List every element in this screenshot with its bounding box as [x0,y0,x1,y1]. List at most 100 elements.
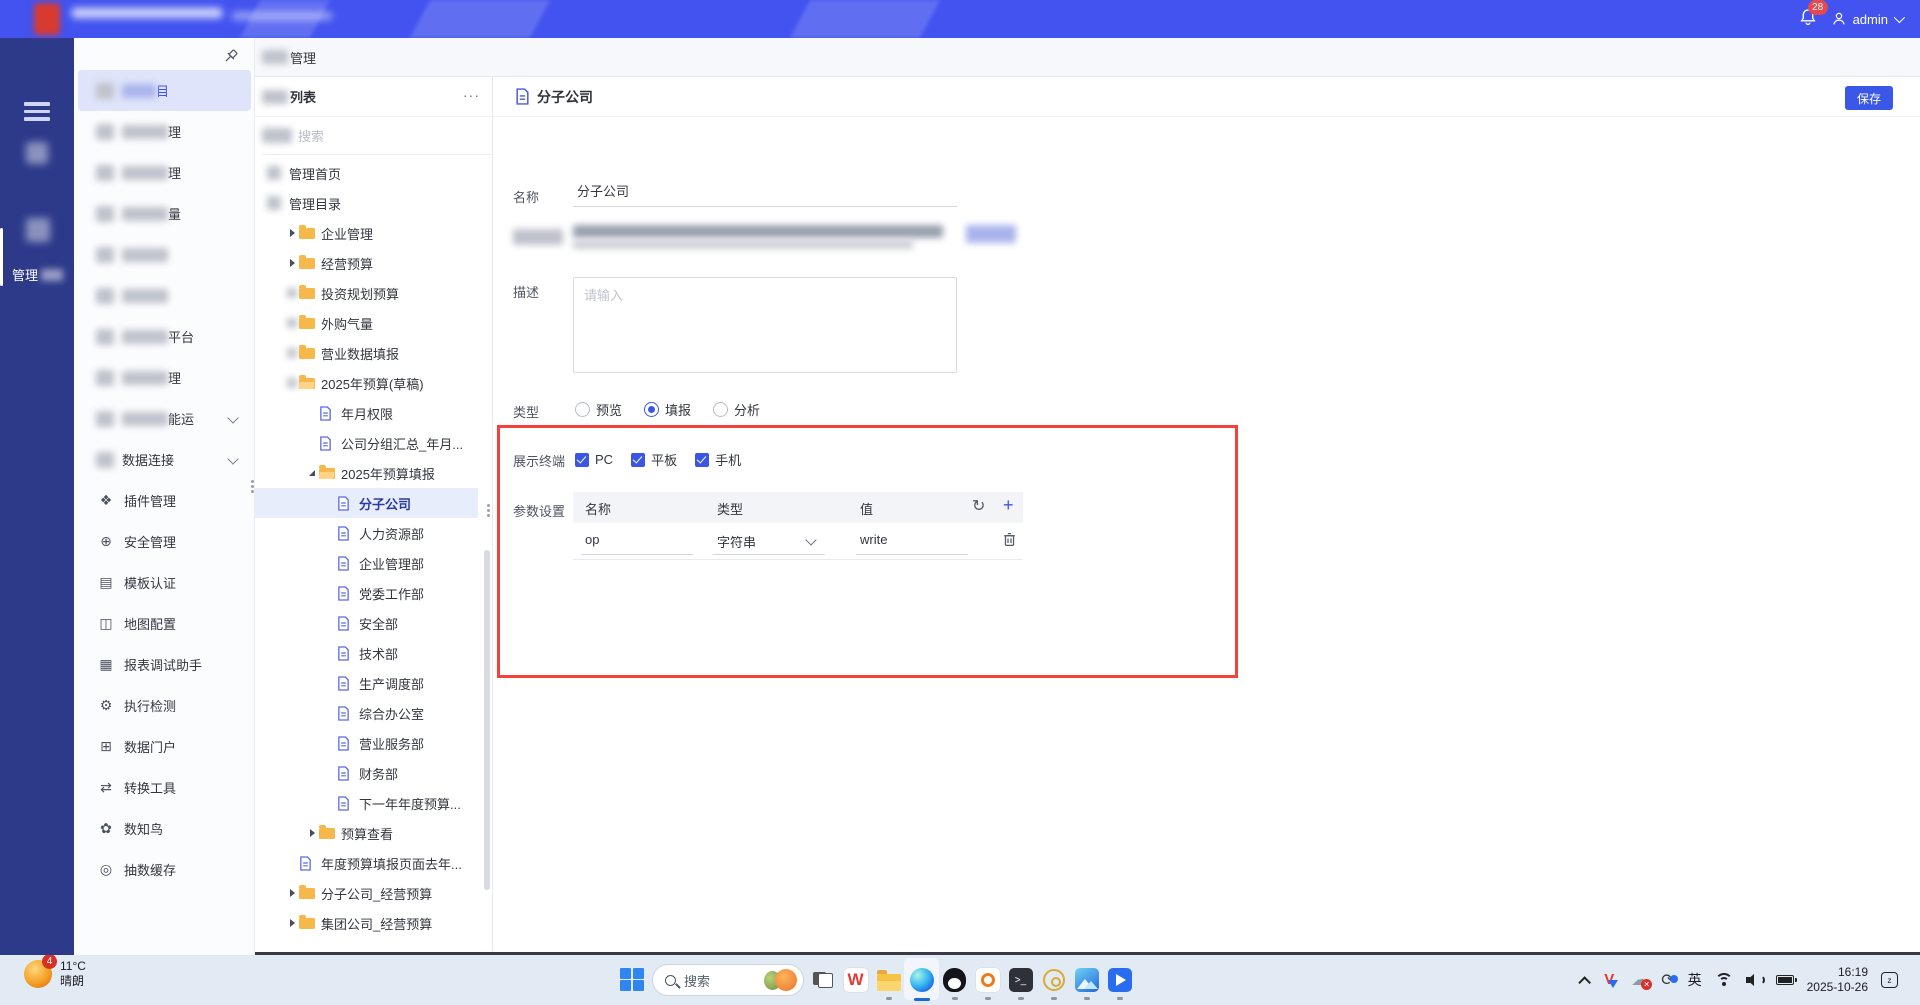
cloud-sync-error-icon[interactable]: ☁ ✕ [1631,971,1653,990]
more-options-button[interactable]: ··· [463,87,480,103]
tray-expand-icon[interactable] [1578,975,1592,989]
photos-app-icon[interactable] [1070,958,1103,1002]
wifi-icon[interactable] [1714,973,1733,987]
radio-option-label[interactable]: 分析 [734,400,760,419]
task-view-icon[interactable] [806,958,839,1002]
tree-node[interactable]: 分子公司 [255,488,478,518]
description-textarea[interactable]: 请输入 [573,277,957,373]
param-value-input[interactable]: write [860,532,887,547]
clock[interactable]: 16:19 2025-10-26 [1807,965,1868,995]
pin-icon[interactable] [222,48,240,66]
tree-search-input[interactable]: 搜索 [262,117,492,155]
checkbox-checked-icon[interactable] [631,452,646,467]
gold-ring-app-icon[interactable] [1037,958,1070,1002]
tree-node[interactable]: 2025年预算填报 [255,458,492,488]
sync-icon[interactable]: ⟳ [1661,970,1678,990]
tree-node[interactable]: 技术部 [255,638,492,668]
tree-node[interactable]: 外购气量 [255,308,492,338]
tree-node[interactable]: 管理首页 [255,158,492,188]
tree-node[interactable]: 公司分组汇总_年月... [255,428,492,458]
wps-icon[interactable]: W [839,958,872,1002]
tree-node[interactable]: 生产调度部 [255,668,492,698]
name-input[interactable]: 分子公司 [573,181,957,207]
radio-option-label[interactable]: 预览 [596,400,622,419]
tree-scrollbar[interactable] [484,550,490,890]
ime-language-indicator[interactable]: 英 [1688,970,1702,990]
blurred-nav-icon[interactable] [26,142,48,164]
tree-node[interactable]: 年月权限 [255,398,492,428]
radio-selected-icon[interactable] [644,402,660,417]
tree-node[interactable]: 集团公司_经营预算 [255,908,492,938]
checkbox-checked-icon[interactable] [575,452,589,467]
launcher-app-icon[interactable] [1103,958,1136,1002]
radio-unselected-icon[interactable] [713,402,729,417]
sidebar-item[interactable]: 数据连接 [74,439,255,480]
notification-bell-button[interactable]: 28 [1799,0,1828,32]
start-button[interactable] [620,968,644,991]
delete-icon[interactable] [1001,531,1019,549]
sidebar-item[interactable] [74,275,255,316]
save-button[interactable]: 保存 [1845,86,1893,110]
battery-icon[interactable] [1775,975,1797,985]
user-menu[interactable]: admin [1831,11,1906,27]
tree-node[interactable]: 综合办公室 [255,698,492,728]
tree-node[interactable]: 人力资源部 [255,518,492,548]
refresh-icon[interactable]: ↻ [972,496,985,516]
sidebar-item[interactable]: 理 [74,152,255,193]
sidebar-item[interactable]: 量 [74,193,255,234]
taskbar-search[interactable]: 搜索 [652,964,804,996]
tree-node[interactable]: 分子公司_经营预算 [255,878,492,908]
tree-node[interactable]: 安全部 [255,608,492,638]
sidebar-item[interactable] [74,234,255,275]
tree-node[interactable]: 管理目录 [255,188,492,218]
weather-widget[interactable]: 4 11°C 晴朗 [24,954,86,989]
sidebar-item[interactable]: 目 [78,70,251,111]
sidebar-item[interactable]: ⊕ 安全管理 [74,521,255,562]
sidebar-item-manage[interactable]: 管理 [12,265,64,284]
radio-unselected-icon[interactable] [575,402,590,417]
sidebar-item[interactable]: ⚙ 执行检测 [74,685,255,726]
tree-node[interactable]: 党委工作部 [255,578,492,608]
notification-center-icon[interactable]: z [1881,972,1898,988]
checkbox-option-label[interactable]: 手机 [715,450,741,469]
tree-node[interactable]: 经营预算 [255,248,492,278]
sidebar-item[interactable]: ▦ 报表调试助手 [74,644,255,685]
radio-option-label[interactable]: 填报 [665,400,691,419]
tree-node[interactable]: 年度预算填报页面去年... [255,848,492,878]
edge-icon[interactable] [904,958,939,1002]
tree-node[interactable]: 投资规划预算 [255,278,492,308]
menu-icon[interactable] [24,102,50,124]
tree-node[interactable]: 预算查看 [255,818,492,848]
panel-drag-handle[interactable] [486,502,490,524]
add-parameter-icon[interactable]: + [1003,495,1014,516]
sidebar-item[interactable]: 平台 [74,316,255,357]
sidebar-item[interactable]: ▤ 模板认证 [74,562,255,603]
tree-node[interactable]: 企业管理 [255,218,492,248]
sidebar-item[interactable]: ◎ 抽数缓存 [74,849,255,890]
vpn-app-icon[interactable] [971,958,1004,1002]
terminal-icon[interactable]: >_ [1004,958,1037,1002]
sidebar-item[interactable]: ⇄ 转换工具 [74,767,255,808]
param-name-input[interactable]: op [585,532,599,547]
sidebar-item[interactable]: 能运 [74,398,255,439]
tree-node[interactable]: 营业服务部 [255,728,492,758]
tree-node[interactable]: 下一年年度预算... [255,788,492,818]
sidebar-item[interactable]: ⊞ 数据门户 [74,726,255,767]
blurred-nav-icon[interactable] [26,218,50,242]
checkbox-option-label[interactable]: 平板 [651,450,677,469]
tree-node[interactable]: 企业管理部 [255,548,492,578]
checkbox-checked-icon[interactable] [695,452,710,467]
tray-v-app-icon[interactable]: V [1600,972,1619,988]
blurred-action-button[interactable] [966,225,1016,243]
sidebar-item[interactable]: ❖ 插件管理 [74,480,255,521]
panel-drag-handle[interactable] [250,478,254,500]
sidebar-item[interactable]: 理 [74,111,255,152]
tree-node[interactable]: 2025年预算(草稿) [255,368,492,398]
file-explorer-icon[interactable] [872,958,905,1002]
sidebar-item[interactable]: ✿ 数知鸟 [74,808,255,849]
param-type-select[interactable]: 字符串 [717,532,756,551]
checkbox-option-label[interactable]: PC [595,452,613,467]
sidebar-item[interactable]: 理 [74,357,255,398]
tree-node[interactable]: 财务部 [255,758,492,788]
qq-icon[interactable] [938,958,971,1002]
